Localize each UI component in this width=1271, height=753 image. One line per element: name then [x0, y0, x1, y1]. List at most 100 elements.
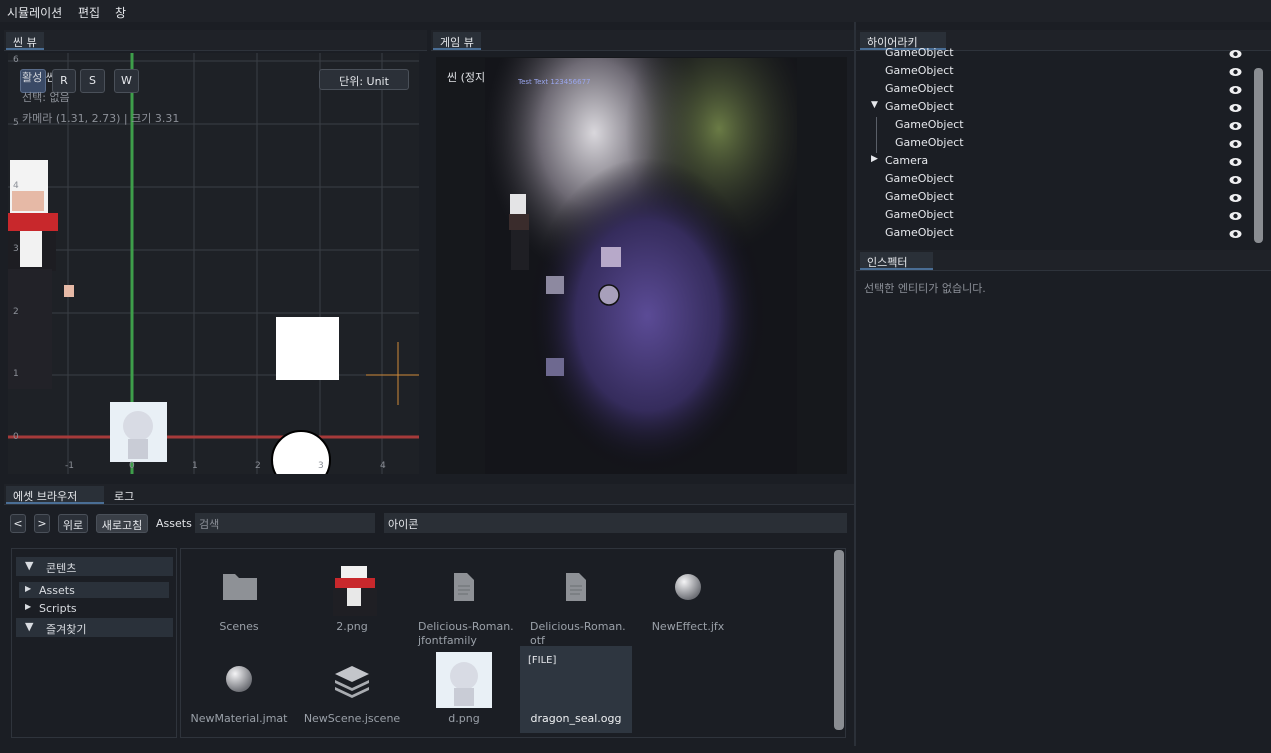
- hierarchy-item[interactable]: GameObject: [856, 225, 1256, 242]
- hierarchy-item[interactable]: GameObject: [856, 63, 1256, 81]
- camera-info-label: 카메라 (1.31, 2.73) | 크기 3.31: [22, 112, 180, 125]
- hierarchy-item-label: GameObject: [885, 226, 954, 239]
- game-view-tabbar: 게임 뷰: [431, 30, 854, 51]
- menu-simulation[interactable]: 시뮬레이션: [7, 4, 62, 21]
- hierarchy-item-label: GameObject: [885, 64, 954, 77]
- tree-favorites-header[interactable]: ▼ 즐겨찾기: [16, 618, 173, 637]
- tree-favorites-label: 즐겨찾기: [46, 623, 87, 636]
- hierarchy-item[interactable]: GameObject: [856, 135, 1256, 153]
- hierarchy-item-label: GameObject: [885, 208, 954, 221]
- eye-icon[interactable]: [1229, 193, 1242, 203]
- game-status-label: 씬 (정지): [447, 71, 490, 84]
- eye-icon[interactable]: [1229, 139, 1242, 149]
- hierarchy-item[interactable]: GameObject: [856, 117, 1256, 135]
- tree-item-assets-label: Assets: [39, 584, 75, 597]
- view-mode-select[interactable]: 아이콘: [384, 513, 847, 533]
- y-tick-5: 5: [13, 118, 19, 128]
- asset-item-2png[interactable]: 2.png: [302, 560, 402, 650]
- asset-tree: ▼ 콘텐츠 ▶ Assets ▶ Scripts ▼ 즐겨찾기: [11, 548, 177, 738]
- eye-icon[interactable]: [1229, 175, 1242, 185]
- hierarchy-item[interactable]: GameObject: [856, 189, 1256, 207]
- x-tick-3: 3: [318, 461, 324, 471]
- x-tick-neg1: -1: [65, 461, 74, 471]
- sphere-icon: [226, 666, 252, 692]
- asset-label-newmaterial: NewMaterial.jmat: [190, 712, 288, 725]
- right-divider[interactable]: [854, 22, 856, 746]
- asset-label-2png: 2.png: [336, 620, 368, 633]
- back-button[interactable]: <: [10, 514, 26, 533]
- tool-button-world[interactable]: W: [114, 69, 139, 93]
- tree-arrow-assets: ▶: [25, 584, 32, 593]
- tab-log[interactable]: 로그: [107, 486, 141, 504]
- x-tick-1: 1: [192, 461, 198, 471]
- y-tick-4: 4: [13, 181, 19, 191]
- hierarchy-item[interactable]: GameObject: [856, 45, 1256, 63]
- view-mode-value: 아이콘: [388, 518, 419, 531]
- tree-item-scripts[interactable]: ▶ Scripts: [19, 600, 169, 616]
- asset-item-dpng[interactable]: d.png: [414, 650, 514, 734]
- hierarchy-item[interactable]: GameObject: [856, 207, 1256, 225]
- tree-content-label: 콘텐츠: [46, 562, 77, 575]
- cat-sprite: [110, 402, 167, 462]
- eye-icon[interactable]: [1229, 121, 1242, 131]
- hierarchy-item[interactable]: ▶ Camera: [856, 153, 1256, 171]
- tree-arrow-scripts: ▶: [25, 602, 32, 611]
- asset-search-input[interactable]: 검색: [195, 513, 375, 533]
- hierarchy-list: GameObject GameObject GameObject ▼ GameObjec…: [856, 45, 1256, 242]
- hierarchy-scrollbar[interactable]: [1254, 68, 1263, 243]
- x-tick-0: 0: [129, 461, 135, 471]
- hierarchy-item[interactable]: GameObject: [856, 171, 1256, 189]
- asset-tabbar: 에셋 브라우저 로그: [4, 484, 854, 505]
- eye-icon[interactable]: [1229, 49, 1242, 59]
- asset-label-scenes: Scenes: [219, 620, 259, 633]
- tree-content-header[interactable]: ▼ 콘텐츠: [16, 557, 173, 576]
- tab-scene-view[interactable]: 씬 뷰: [6, 32, 44, 50]
- expand-arrow-icon[interactable]: ▼: [871, 100, 878, 110]
- asset-label-otf: Delicious-Roman. otf: [530, 620, 626, 647]
- tab-inspector[interactable]: 인스펙터: [860, 252, 933, 270]
- hierarchy-item[interactable]: ▼ GameObject: [856, 99, 1256, 117]
- asset-item-newscene[interactable]: NewScene.jscene: [302, 650, 402, 734]
- menu-window[interactable]: 창: [115, 4, 126, 21]
- asset-item-neweffect[interactable]: NewEffect.jfx: [638, 560, 738, 650]
- tool-button-scale[interactable]: S: [80, 69, 105, 93]
- asset-item-dragon-seal[interactable]: [FILE] dragon_seal.ogg: [520, 646, 632, 733]
- cat-thumbnail: [436, 652, 492, 708]
- unit-button[interactable]: 단위: Unit: [319, 69, 409, 90]
- forward-button[interactable]: >: [34, 514, 50, 533]
- y-tick-0: 0: [13, 432, 19, 442]
- scene-view-tabbar: 씬 뷰: [4, 30, 427, 51]
- asset-item-scenes[interactable]: Scenes: [189, 560, 289, 650]
- game-overlay-text: Test Text 123456677: [518, 78, 591, 86]
- game-small-sprite-1: [546, 276, 564, 294]
- hierarchy-item[interactable]: GameObject: [856, 81, 1256, 99]
- refresh-button[interactable]: 새로고침: [96, 514, 148, 533]
- eye-icon[interactable]: [1229, 85, 1242, 95]
- tree-item-assets[interactable]: ▶ Assets: [19, 582, 169, 598]
- inspector-empty-text: 선택한 엔티티가 없습니다.: [864, 282, 986, 295]
- asset-item-jfontfamily[interactable]: Delicious-Roman. jfontfamily: [414, 560, 514, 650]
- eye-icon[interactable]: [1229, 157, 1242, 167]
- asset-label-dpng: d.png: [448, 712, 480, 725]
- eye-icon[interactable]: [1229, 103, 1242, 113]
- hierarchy-item-label: GameObject: [895, 136, 964, 149]
- collapse-arrow-icon[interactable]: ▶: [871, 154, 878, 164]
- y-tick-6: 6: [13, 55, 19, 65]
- menu-edit[interactable]: 편집: [78, 4, 100, 21]
- game-small-sprite-2: [546, 358, 564, 376]
- game-view-viewport[interactable]: 씬 (정지) Test Text 123456677: [436, 57, 847, 474]
- hierarchy-item-label: GameObject: [885, 100, 954, 113]
- asset-label-neweffect: NewEffect.jfx: [651, 620, 725, 633]
- up-button[interactable]: 위로: [58, 514, 88, 533]
- x-tick-2: 2: [255, 461, 261, 471]
- asset-item-otf[interactable]: Delicious-Roman. otf: [526, 560, 626, 650]
- tab-game-view[interactable]: 게임 뷰: [433, 32, 481, 50]
- sphere-icon: [675, 574, 701, 600]
- asset-grid-scrollbar[interactable]: [834, 550, 844, 730]
- tab-asset-browser[interactable]: 에셋 브라우저: [6, 486, 104, 504]
- y-tick-1: 1: [13, 369, 19, 379]
- eye-icon[interactable]: [1229, 211, 1242, 221]
- eye-icon[interactable]: [1229, 229, 1242, 239]
- asset-item-newmaterial[interactable]: NewMaterial.jmat: [189, 650, 289, 734]
- eye-icon[interactable]: [1229, 67, 1242, 77]
